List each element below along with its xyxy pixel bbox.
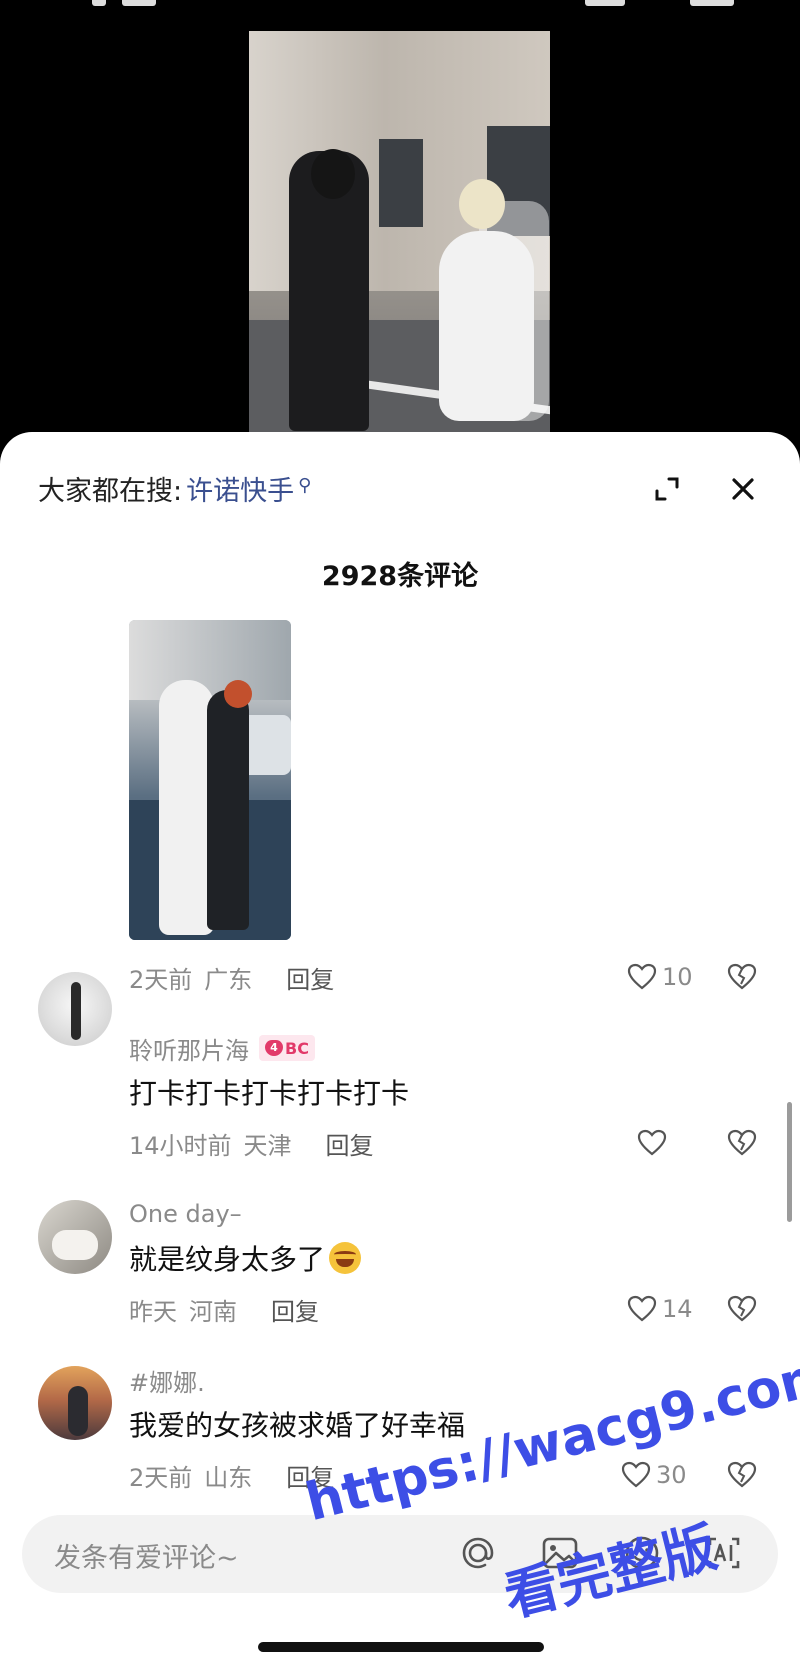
- comment-location: 天津: [243, 1131, 292, 1160]
- video-player[interactable]: [0, 0, 800, 440]
- photo-bride: [159, 680, 214, 935]
- home-indicator[interactable]: [258, 1642, 544, 1652]
- status-bar-fragment: [92, 0, 106, 6]
- like-button[interactable]: [636, 1126, 668, 1160]
- comment-time: 2天前: [129, 1463, 193, 1492]
- expand-icon[interactable]: [652, 474, 682, 504]
- comment-location: 山东: [204, 1463, 253, 1492]
- like-button[interactable]: 30: [620, 1458, 687, 1492]
- like-button[interactable]: 14: [626, 1292, 693, 1326]
- comment-count-title: 2928条评论: [321, 561, 479, 592]
- laughing-emoji-icon: [329, 1242, 362, 1274]
- comment-time: 昨天: [129, 1297, 177, 1326]
- comment-username[interactable]: #娜娜.: [129, 1364, 205, 1397]
- video-bride: [439, 231, 534, 421]
- comment-text: 打卡打卡打卡打卡打卡: [129, 1077, 410, 1110]
- status-bar-fragment: [122, 0, 156, 6]
- reply-button[interactable]: 回复: [326, 1126, 374, 1161]
- comment-time: 2天前: [129, 965, 193, 994]
- broken-heart-icon[interactable]: [726, 1293, 758, 1325]
- badge-text: BC: [285, 1038, 309, 1058]
- like-count: 14: [662, 1295, 693, 1323]
- avatar[interactable]: [38, 972, 112, 1046]
- like-count: 30: [656, 1461, 687, 1489]
- comment-time: 14小时前: [129, 1131, 232, 1160]
- photo-flowers: [224, 680, 252, 708]
- like-button[interactable]: 10: [626, 960, 693, 994]
- trending-search-prefix: 大家都在搜:: [38, 475, 183, 507]
- trending-search-term[interactable]: 许诺快手: [186, 469, 294, 508]
- like-count: 10: [662, 963, 693, 991]
- username-text: 聆听那片海: [129, 1036, 249, 1065]
- heart-icon: [627, 1295, 657, 1322]
- video-bride-head: [459, 179, 505, 229]
- trending-search[interactable]: 大家都在搜: 许诺快手 ⚲: [38, 468, 311, 508]
- avatar[interactable]: [38, 1366, 112, 1440]
- comment-image[interactable]: [129, 620, 291, 940]
- broken-heart-icon[interactable]: [726, 1459, 758, 1491]
- comment-username[interactable]: One day–: [129, 1198, 242, 1230]
- comment-location: 河南: [189, 1297, 237, 1326]
- comment-location: 广东: [204, 965, 253, 994]
- comment-input-placeholder[interactable]: 发条有爱评论~: [54, 1535, 239, 1575]
- at-icon[interactable]: [456, 1531, 500, 1575]
- broken-heart-icon[interactable]: [726, 961, 758, 993]
- comment-meta: 2天前 广东 回复: [129, 960, 334, 994]
- photo-groom: [207, 690, 249, 930]
- scrollbar[interactable]: [787, 1102, 792, 1222]
- heart-icon: [637, 1129, 667, 1156]
- fan-badge: 4 BC: [259, 1035, 315, 1061]
- video-groom-head: [311, 149, 355, 199]
- comment-meta: 昨天 河南 回复: [129, 1292, 319, 1326]
- heart-icon: [627, 963, 657, 990]
- photo-wall: [129, 620, 291, 700]
- reply-button[interactable]: 回复: [271, 1292, 319, 1327]
- status-bar-fragment: [585, 0, 625, 6]
- close-icon[interactable]: [728, 474, 758, 504]
- broken-heart-icon[interactable]: [726, 1127, 758, 1159]
- video-window: [379, 139, 423, 227]
- badge-level: 4: [265, 1040, 283, 1056]
- heart-icon: [621, 1461, 651, 1488]
- status-bar-fragment: [690, 0, 734, 6]
- comment-text: 我爱的女孩被求婚了好幸福: [129, 1409, 466, 1442]
- comment-username[interactable]: 聆听那片海 4 BC: [129, 1032, 315, 1065]
- reply-button[interactable]: 回复: [286, 960, 334, 995]
- comment-text: 就是纹身太多了: [129, 1238, 362, 1278]
- comment-meta: 14小时前 天津 回复: [129, 1126, 374, 1160]
- video-frame[interactable]: [249, 31, 550, 440]
- comment-text-body: 就是纹身太多了: [129, 1243, 326, 1276]
- search-icon: ⚲: [298, 474, 312, 496]
- avatar[interactable]: [38, 1200, 112, 1274]
